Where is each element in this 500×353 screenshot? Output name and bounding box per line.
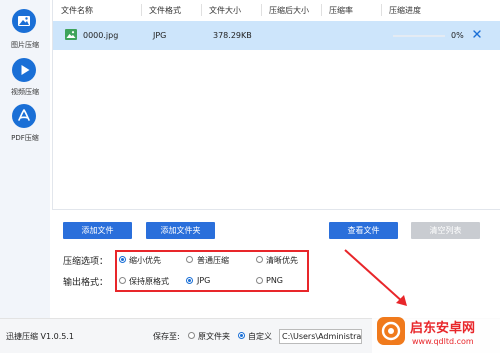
save-to-label: 保存至: bbox=[153, 332, 180, 341]
column-divider bbox=[141, 4, 142, 16]
sidebar-item-image-compress[interactable]: 图片压缩 bbox=[0, 9, 50, 49]
file-name-cell: 0000.jpg bbox=[83, 31, 119, 40]
save-radio-custom[interactable] bbox=[238, 332, 245, 339]
column-divider bbox=[261, 4, 262, 16]
close-icon[interactable] bbox=[471, 28, 483, 40]
add-file-button[interactable]: 添加文件 bbox=[63, 222, 132, 239]
watermark-logo-icon bbox=[377, 317, 405, 345]
highlight-box bbox=[115, 250, 309, 292]
clear-list-button[interactable]: 清空列表 bbox=[411, 222, 480, 239]
table-header: 文件名称 文件格式 文件大小 压缩后大小 压缩率 压缩进度 bbox=[53, 0, 500, 20]
pdf-icon bbox=[12, 104, 36, 128]
file-format-cell: JPG bbox=[153, 31, 167, 40]
watermark-url: www.qdltd.com bbox=[412, 337, 474, 346]
table-row[interactable]: 0000.jpg JPG 378.29KB 0% bbox=[53, 21, 500, 50]
save-label-custom[interactable]: 自定义 bbox=[248, 331, 272, 342]
file-list-table: 文件名称 文件格式 文件大小 压缩后大小 压缩率 压缩进度 0000.jpg J… bbox=[52, 0, 500, 210]
watermark: 启东安卓网 www.qdltd.com bbox=[372, 312, 500, 353]
column-header-name[interactable]: 文件名称 bbox=[61, 5, 93, 16]
save-path-input[interactable] bbox=[279, 329, 362, 344]
column-divider bbox=[381, 4, 382, 16]
image-icon bbox=[12, 9, 36, 33]
column-header-size[interactable]: 文件大小 bbox=[209, 5, 241, 16]
progress-bar bbox=[393, 35, 445, 37]
annotation-arrow bbox=[344, 249, 407, 306]
version-text: 迅捷压缩 V1.0.5.1 bbox=[6, 332, 75, 341]
output-format-label: 输出格式： bbox=[63, 278, 109, 288]
column-header-compressed-size[interactable]: 压缩后大小 bbox=[269, 5, 309, 16]
sidebar-item-label: 图片压缩 bbox=[11, 41, 39, 49]
column-header-ratio[interactable]: 压缩率 bbox=[329, 5, 353, 16]
column-header-format[interactable]: 文件格式 bbox=[149, 5, 181, 16]
image-file-icon bbox=[65, 29, 77, 40]
sidebar-item-video-compress[interactable]: 视频压缩 bbox=[0, 58, 50, 98]
add-folder-button[interactable]: 添加文件夹 bbox=[146, 222, 215, 239]
file-size-cell: 378.29KB bbox=[213, 31, 252, 40]
sidebar-item-pdf-compress[interactable]: PDF压缩 bbox=[0, 104, 50, 144]
save-radio-original-folder[interactable] bbox=[188, 332, 195, 339]
column-divider bbox=[201, 4, 202, 16]
progress-text: 0% bbox=[451, 31, 464, 40]
sidebar: 图片压缩 视频压缩 PDF压缩 bbox=[0, 0, 50, 318]
compress-options-label: 压缩选项： bbox=[63, 257, 109, 267]
column-header-progress[interactable]: 压缩进度 bbox=[389, 5, 421, 16]
sidebar-item-label: PDF压缩 bbox=[11, 134, 39, 142]
save-label-original-folder[interactable]: 原文件夹 bbox=[198, 331, 230, 342]
column-divider bbox=[321, 4, 322, 16]
play-icon bbox=[12, 58, 36, 82]
sidebar-item-label: 视频压缩 bbox=[11, 88, 39, 96]
view-file-button[interactable]: 查看文件 bbox=[329, 222, 398, 239]
watermark-title: 启东安卓网 bbox=[410, 321, 476, 336]
